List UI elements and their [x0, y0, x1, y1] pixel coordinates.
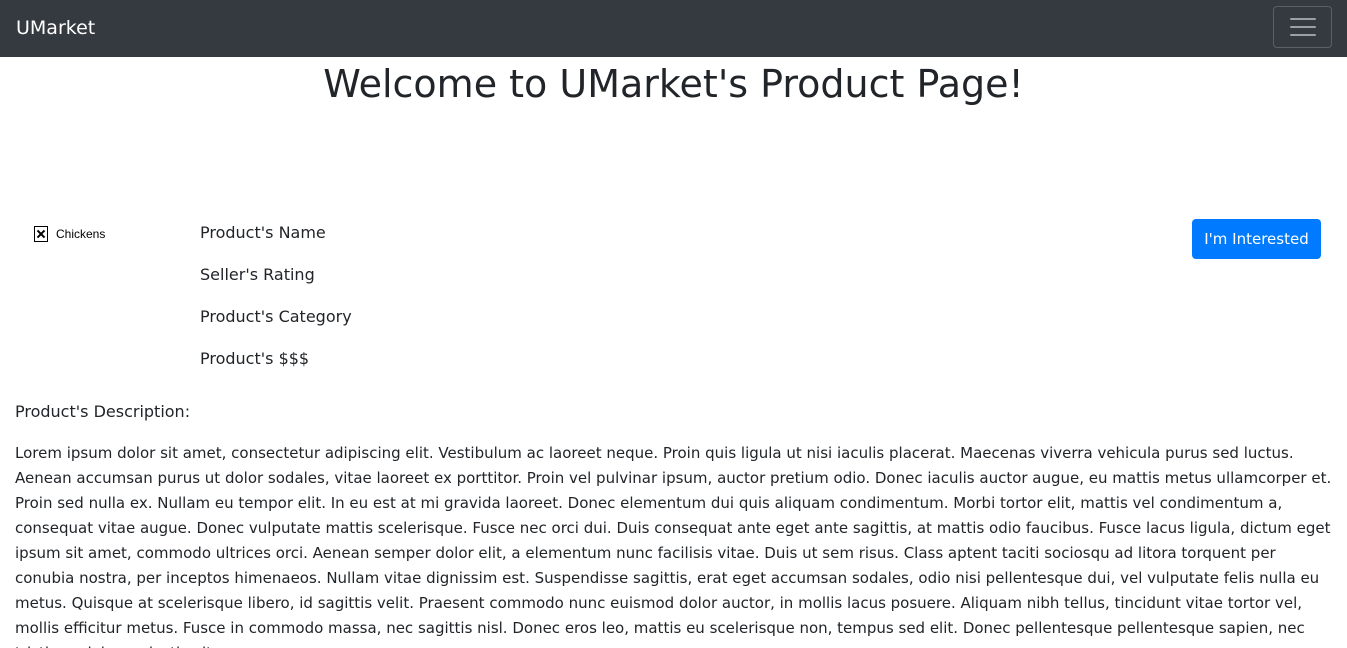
seller-rating: Seller's Rating [200, 265, 315, 284]
page-title: Welcome to UMarket's Product Page! [323, 62, 1024, 106]
interested-button[interactable]: I'm Interested [1192, 219, 1321, 259]
menu-toggle-button[interactable] [1273, 6, 1332, 48]
product-name: Product's Name [200, 223, 326, 242]
product-info-list: Product's Name Seller's Rating Product's… [200, 221, 352, 389]
brand-link[interactable]: UMarket [16, 15, 95, 41]
product-image-alt: Chickens [56, 227, 106, 241]
navbar: UMarket [0, 0, 1347, 57]
product-description: Lorem ipsum dolor sit amet, consectetur … [15, 444, 1332, 648]
broken-image-icon [34, 226, 48, 242]
product-category: Product's Category [200, 307, 352, 326]
product-image: Chickens [34, 226, 105, 242]
description-label: Product's Description: [15, 402, 191, 421]
product-price: Product's $$$ [200, 349, 310, 368]
